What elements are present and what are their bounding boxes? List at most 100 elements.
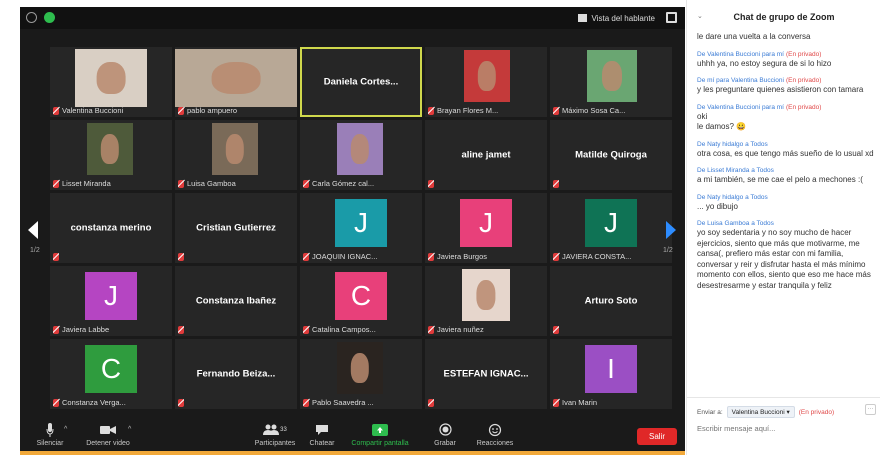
participant-tile[interactable]: Matilde Quiroga: [550, 120, 672, 190]
participant-name: Javiera Labbe: [62, 325, 110, 334]
chat-message: De Lisset Miranda a Todos a mi también, s…: [697, 167, 875, 186]
participant-name: ESTEFAN IGNAC...: [443, 368, 529, 380]
participant-name-tag: Ivan Marin: [553, 398, 597, 407]
muted-microphone-icon: [53, 398, 59, 407]
participant-tile[interactable]: Máximo Sosa Ca...: [550, 47, 672, 117]
reactions-smiley-icon: [465, 422, 525, 437]
private-tag: (En privado): [785, 50, 822, 58]
message-sender: De mí: [697, 77, 715, 84]
message-text: y les preguntare quienes asistieron con …: [697, 85, 864, 94]
participant-tile[interactable]: constanza merino: [50, 193, 172, 263]
previous-page-arrow-icon[interactable]: [28, 221, 38, 239]
info-icon[interactable]: [26, 12, 37, 23]
participant-name: JAVIERA CONSTA...: [562, 252, 632, 261]
participant-tile[interactable]: I Ivan Marin: [550, 339, 672, 409]
participants-count: 33: [280, 426, 287, 433]
participant-name: Fernando Beiza...: [196, 368, 276, 380]
participant-tile[interactable]: aline jamet: [425, 120, 547, 190]
reactions-button[interactable]: Reacciones: [465, 422, 525, 447]
participant-tile[interactable]: J JOAQUIN IGNAC...: [300, 193, 422, 263]
participant-tile[interactable]: Constanza Ibañez: [175, 266, 297, 336]
chat-header: ⌄ Chat de grupo de Zoom: [687, 0, 880, 30]
participant-tile[interactable]: J Javiera Labbe: [50, 266, 172, 336]
participant-name: Máximo Sosa Ca...: [562, 106, 626, 115]
participant-avatar: I: [585, 345, 637, 393]
muted-microphone-icon: [553, 180, 559, 188]
muted-microphone-icon: [428, 180, 434, 188]
chat-message: De Naty hidalgo a Todos... yo dibujo: [697, 194, 875, 213]
participant-name: JOAQUIN IGNAC...: [312, 252, 378, 261]
participant-tile[interactable]: ESTEFAN IGNAC...: [425, 339, 547, 409]
participant-tile[interactable]: Cristian Gutierrez: [175, 193, 297, 263]
participant-tile[interactable]: Brayan Flores M...: [425, 47, 547, 117]
participant-name: Daniela Cortes...: [323, 76, 399, 88]
participant-tile[interactable]: Carla Gómez cal...: [300, 120, 422, 190]
participant-tile[interactable]: J Javiera Burgos: [425, 193, 547, 263]
participant-tile[interactable]: Fernando Beiza...: [175, 339, 297, 409]
participant-tile[interactable]: Lisset Miranda: [50, 120, 172, 190]
participant-video: [462, 269, 510, 321]
chat-message-meta: De Naty hidalgo a Todos: [697, 141, 875, 148]
participant-tile[interactable]: pablo ampuero: [175, 47, 297, 117]
grid-icon: [577, 14, 587, 22]
message-recipient: a Todos: [745, 193, 768, 201]
participant-name: Luisa Gamboa: [187, 179, 236, 188]
participant-name-tag: Javiera Burgos: [428, 252, 487, 261]
video-options-chevron-icon[interactable]: ^: [128, 426, 131, 433]
message-sender: De Naty hidalgo: [697, 140, 744, 148]
muted-microphone-icon: [178, 106, 184, 115]
participant-tile[interactable]: J JAVIERA CONSTA...: [550, 193, 672, 263]
participant-name-tag: JOAQUIN IGNAC...: [303, 252, 377, 261]
message-sender: De Luisa Gamboa: [697, 220, 750, 227]
participant-name-tag: Pablo Saavedra ...: [303, 398, 374, 407]
participant-face: [477, 61, 497, 91]
participant-name: Carla Gómez cal...: [312, 179, 375, 188]
participant-tile[interactable]: Arturo Soto: [550, 266, 672, 336]
message-sender: De Valentina Buccioni: [697, 50, 761, 58]
participant-name: pablo ampuero: [187, 106, 238, 115]
audio-options-chevron-icon[interactable]: ^: [64, 426, 67, 433]
speaker-view-button[interactable]: Vista del hablante: [577, 11, 655, 25]
more-options-icon[interactable]: ···: [865, 404, 876, 415]
fullscreen-icon[interactable]: [666, 12, 677, 23]
page-indicator-right: 1/2: [663, 247, 673, 254]
send-to-row: Enviar a: Valentina Buccioni ▾ (En priva…: [697, 406, 834, 418]
chat-message: De Valentina Buccioni para mí (En privado…: [697, 51, 875, 70]
share-screen-button[interactable]: Compartir pantalla: [345, 422, 415, 447]
share-screen-label: Compartir pantalla: [351, 440, 409, 447]
next-page-arrow-icon[interactable]: [666, 221, 676, 239]
participant-tile[interactable]: Luisa Gamboa: [175, 120, 297, 190]
participant-video: [337, 123, 383, 175]
participant-name-tag: JAVIERA CONSTA...: [553, 252, 631, 261]
window-bottom-accent-bar: [20, 451, 685, 455]
participant-tile[interactable]: Pablo Saavedra ...: [300, 339, 422, 409]
participant-tile[interactable]: Daniela Cortes...: [300, 47, 422, 117]
chat-button[interactable]: Chatear: [292, 422, 352, 447]
recipient-dropdown[interactable]: Valentina Buccioni ▾: [726, 406, 795, 418]
security-shield-icon[interactable]: [44, 12, 55, 23]
participant-tile[interactable]: Valentina Buccioni: [50, 47, 172, 117]
participant-face: [100, 134, 120, 164]
leave-meeting-button[interactable]: Salir: [637, 428, 677, 445]
participant-status: [553, 180, 559, 188]
muted-microphone-icon: [553, 106, 559, 115]
chat-message: De mí para Valentina Buccioni (En privado…: [697, 77, 875, 96]
participant-avatar: C: [85, 345, 137, 393]
private-badge: (En privado): [798, 408, 835, 416]
participant-video: [587, 50, 637, 102]
chat-message-meta: De Naty hidalgo a Todos: [697, 194, 875, 201]
chat-message-meta: De mí para Valentina Buccioni (En privado…: [697, 77, 875, 84]
muted-microphone-icon: [428, 252, 434, 261]
participant-name: Pablo Saavedra ...: [312, 398, 374, 407]
page-indicator-left: 1/2: [30, 247, 40, 254]
participant-tile[interactable]: C Constanza Verga...: [50, 339, 172, 409]
participant-tile[interactable]: Javiera nuñez: [425, 266, 547, 336]
muted-microphone-icon: [553, 398, 559, 407]
muted-microphone-icon: [53, 325, 59, 334]
participants-label: Participantes: [254, 440, 296, 447]
participant-tile[interactable]: C Catalina Campos...: [300, 266, 422, 336]
participant-status: [178, 253, 184, 261]
mute-button[interactable]: Silenciar: [20, 422, 80, 447]
chat-message-input[interactable]: [697, 424, 873, 433]
private-tag: (En privado): [785, 77, 822, 84]
